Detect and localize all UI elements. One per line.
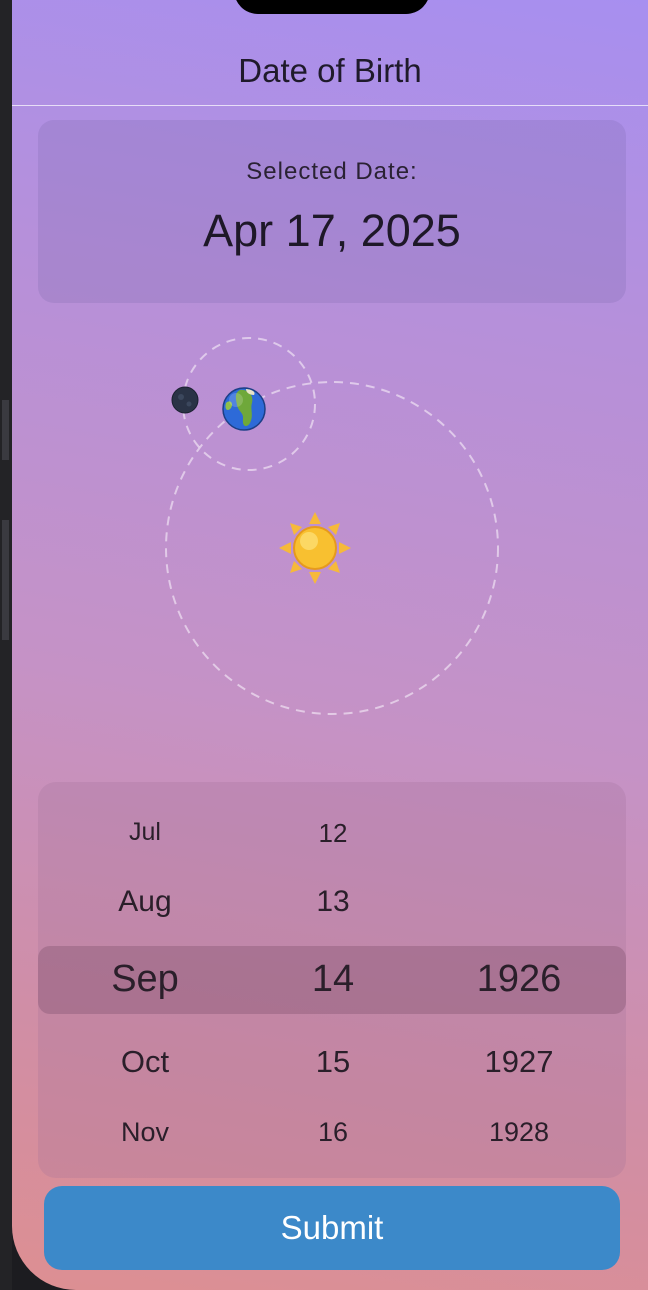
picker-day-item[interactable]: 15	[238, 1044, 428, 1080]
device-side-button	[2, 400, 9, 460]
picker-month-item[interactable]: Nov	[50, 1117, 240, 1148]
picker-month-item[interactable]: Aug	[50, 885, 240, 919]
picker-month-item[interactable]: Jul	[50, 818, 240, 847]
picker-year-item[interactable]: 1928	[424, 1117, 614, 1148]
selected-date-label: Selected Date:	[246, 158, 418, 185]
moon-icon	[171, 386, 199, 414]
header-divider	[12, 105, 648, 106]
orbit-animation	[165, 337, 499, 715]
picker-year-item-selected[interactable]: 1926	[424, 958, 614, 1001]
picker-day-item[interactable]: 16	[238, 1117, 428, 1148]
sun-icon	[279, 512, 351, 584]
selected-date-value: Apr 17, 2025	[203, 205, 461, 256]
picker-day-item-selected[interactable]: 14	[238, 958, 428, 1001]
device-edge	[0, 0, 12, 1290]
picker-day-item[interactable]: 13	[238, 885, 428, 919]
picker-month-item-selected[interactable]: Sep	[50, 958, 240, 1001]
picker-day-item[interactable]: 12	[238, 818, 428, 849]
picker-month-item[interactable]: Oct	[50, 1044, 240, 1080]
selected-date-card: Selected Date: Apr 17, 2025	[38, 120, 626, 303]
app-screen: Date of Birth Selected Date: Apr 17, 202…	[12, 0, 648, 1290]
device-side-button	[2, 520, 9, 640]
earth-globe-icon	[222, 387, 266, 431]
device-notch	[234, 0, 430, 14]
date-wheel-picker[interactable]: Jul Aug Sep Oct Nov 12 13 14 15 16 1926 …	[38, 782, 626, 1178]
submit-button[interactable]: Submit	[44, 1186, 620, 1270]
picker-year-item[interactable]: 1927	[424, 1044, 614, 1080]
page-title: Date of Birth	[238, 52, 422, 89]
